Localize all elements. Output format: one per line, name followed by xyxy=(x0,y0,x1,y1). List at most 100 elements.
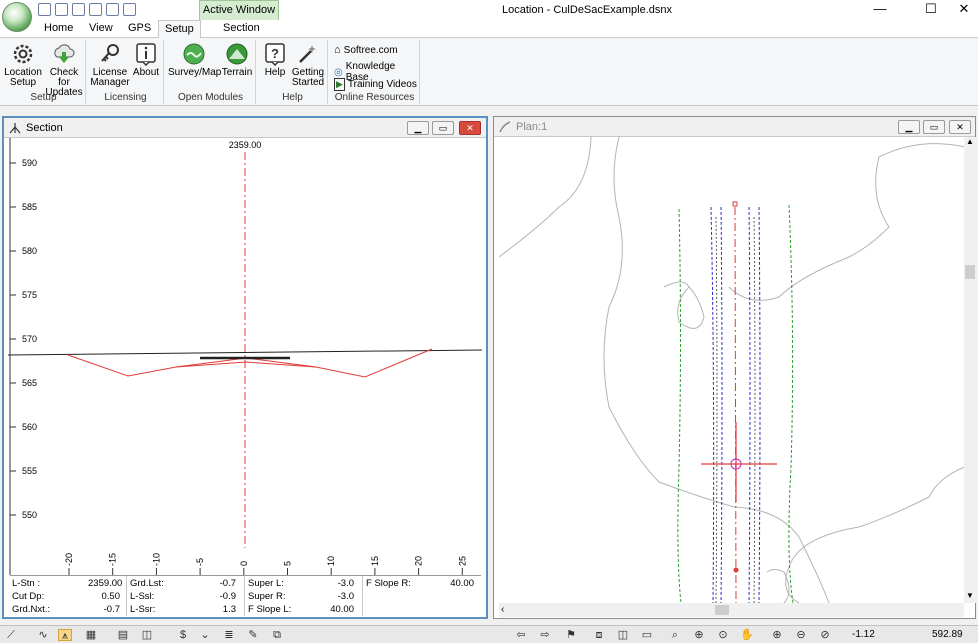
box-icon[interactable]: ◫ xyxy=(140,629,154,641)
station-label: 2359.00 xyxy=(229,140,262,150)
section-restore-button[interactable]: ▭ xyxy=(432,121,454,135)
x-tick-label: 15 xyxy=(370,556,380,566)
scroll-down-icon[interactable]: ▼ xyxy=(964,591,976,603)
section-minimize-button[interactable]: ▁ xyxy=(407,121,429,135)
group-label-open-modules: Open Modules xyxy=(177,92,244,103)
zoom-in-icon[interactable]: ⊕ xyxy=(770,629,784,641)
group-label-help: Help xyxy=(282,92,303,103)
plan-restore-button[interactable]: ▭ xyxy=(923,120,945,134)
home-icon: ⌂ xyxy=(334,44,341,56)
plan-vertical-scrollbar[interactable]: ▲ ▼ xyxy=(964,137,976,603)
search-icon[interactable]: ⌕ xyxy=(668,629,682,641)
x-tick-label: -15 xyxy=(108,553,118,566)
f-slope-l-value: 40.00 xyxy=(330,604,354,615)
tab-home[interactable]: Home xyxy=(44,22,73,34)
l-stn-label: L-Stn : xyxy=(12,578,40,589)
edit-icon[interactable]: ✎ xyxy=(246,629,260,641)
l-stn-value: 2359.00 xyxy=(88,578,123,589)
close-button[interactable]: ✕ xyxy=(944,0,978,20)
check-updates-button[interactable]: Check for Updates xyxy=(44,42,84,98)
grid-table-icon[interactable]: ▦ xyxy=(84,629,98,641)
l-ssl-label: L-Ssl: xyxy=(130,591,155,602)
softree-link[interactable]: ⌂ Softree.com xyxy=(334,44,398,56)
layers-icon[interactable]: ⧉ xyxy=(270,629,284,641)
plan-view[interactable] xyxy=(499,137,965,603)
location-setup-button[interactable]: Location Setup xyxy=(4,42,42,88)
plan-close-button[interactable]: ✕ xyxy=(949,120,971,134)
arrow-left-icon[interactable]: ⇦ xyxy=(514,629,528,641)
curve-tool-icon[interactable]: ∿ xyxy=(36,629,50,641)
getting-started-button[interactable]: Getting Started xyxy=(290,42,326,88)
help-label: Help xyxy=(264,67,286,78)
super-r-label: Super R: xyxy=(248,591,286,602)
plan-minimize-button[interactable]: ▁ xyxy=(898,120,920,134)
tab-view[interactable]: View xyxy=(89,22,113,34)
y-tick-label: 555 xyxy=(22,466,37,476)
zoom-window-icon[interactable]: ⊕ xyxy=(692,629,706,641)
grd-lst-label: Grd.Lst: xyxy=(130,578,164,589)
draw-line-icon[interactable]: ⟋ xyxy=(4,629,18,641)
x-tick-label: 5 xyxy=(283,561,293,566)
flag-icon[interactable]: ⚑ xyxy=(564,629,578,641)
zoom-extents-icon[interactable]: ⊙ xyxy=(716,629,730,641)
section-icon xyxy=(9,123,21,134)
survey-map-label: Survey/Map xyxy=(168,67,222,78)
group-licensing: License Manager About Licensing xyxy=(88,40,164,104)
plan-icon xyxy=(499,121,511,133)
application-menu-icon[interactable] xyxy=(2,2,32,32)
coordinate-readout-a: -1.12 xyxy=(852,629,875,640)
about-button[interactable]: About xyxy=(130,42,162,78)
window-title-container: Location - CulDeSacExample.dsnx xyxy=(0,4,978,16)
y-tick-label: 575 xyxy=(22,290,37,300)
section-tool-icon[interactable]: ⩚ xyxy=(58,629,72,642)
section-view[interactable]: 2359.00 590 585 580 575 570 565 560 555 550 -20 -… xyxy=(8,138,482,575)
arrow-right-icon[interactable]: ⇨ xyxy=(538,629,552,641)
info-divider xyxy=(244,576,245,616)
horizontal-scroll-thumb[interactable] xyxy=(715,605,729,615)
training-videos-label: Training Videos xyxy=(347,79,417,90)
check-updates-label-1: Check for xyxy=(49,67,79,88)
survey-map-button[interactable]: Survey/Map xyxy=(168,42,222,78)
y-tick-label: 560 xyxy=(22,422,37,432)
minimize-button[interactable]: — xyxy=(860,0,900,20)
magic-wand-icon xyxy=(299,45,316,63)
zoom-previous-icon[interactable]: ⊘ xyxy=(818,629,832,641)
tab-gps[interactable]: GPS xyxy=(128,22,151,34)
super-l-label: Super L: xyxy=(248,578,284,589)
training-videos-link[interactable]: ▶ Training Videos xyxy=(334,78,417,91)
group-setup: Location Setup Check for Updates Setup xyxy=(2,40,86,104)
y-tick-label: 550 xyxy=(22,510,37,520)
dollar-icon[interactable]: $ xyxy=(176,629,190,641)
help-button[interactable]: ? Help xyxy=(260,42,290,78)
y-tick-label: 585 xyxy=(22,202,37,212)
f-slope-r-label: F Slope R: xyxy=(366,578,411,589)
report-icon[interactable]: ≣ xyxy=(222,629,236,641)
l-ssr-label: L-Ssr: xyxy=(130,604,156,615)
x-tick-label: 25 xyxy=(457,556,467,566)
section-close-button[interactable]: ✕ xyxy=(459,121,481,135)
f-slope-l-label: F Slope L: xyxy=(248,604,292,615)
zoom-out-icon[interactable]: ⊖ xyxy=(794,629,808,641)
vertical-scroll-thumb[interactable] xyxy=(965,265,975,279)
stack-icon[interactable]: ⧈ xyxy=(592,629,606,641)
terrain-button[interactable]: Terrain xyxy=(220,42,254,78)
license-manager-button[interactable]: License Manager xyxy=(90,42,130,88)
scroll-up-icon[interactable]: ▲ xyxy=(964,137,976,149)
profile-icon[interactable]: ⌄ xyxy=(198,629,212,641)
y-tick-label: 565 xyxy=(22,378,37,388)
y-tick-label: 580 xyxy=(22,246,37,256)
ribbon-tabs: Home View GPS Setup Section xyxy=(0,20,978,39)
plan-panel-title: Plan:1 xyxy=(516,121,548,133)
book-icon[interactable]: ◫ xyxy=(616,629,630,641)
layout-icon[interactable]: ▤ xyxy=(116,629,130,641)
tab-setup[interactable]: Setup xyxy=(158,20,201,39)
pan-icon[interactable]: ✋ xyxy=(740,629,754,641)
panel-icon[interactable]: ▭ xyxy=(640,629,654,641)
y-tick-label: 590 xyxy=(22,158,37,168)
window-title: Location - CulDeSacExample.dsnx xyxy=(502,4,672,16)
scroll-left-icon[interactable]: ‹ xyxy=(501,603,513,617)
super-l-value: -3.0 xyxy=(337,578,354,589)
plan-horizontal-scrollbar[interactable]: ‹ xyxy=(499,603,964,617)
super-r-value: -3.0 xyxy=(337,591,354,602)
tab-section[interactable]: Section xyxy=(223,22,260,34)
